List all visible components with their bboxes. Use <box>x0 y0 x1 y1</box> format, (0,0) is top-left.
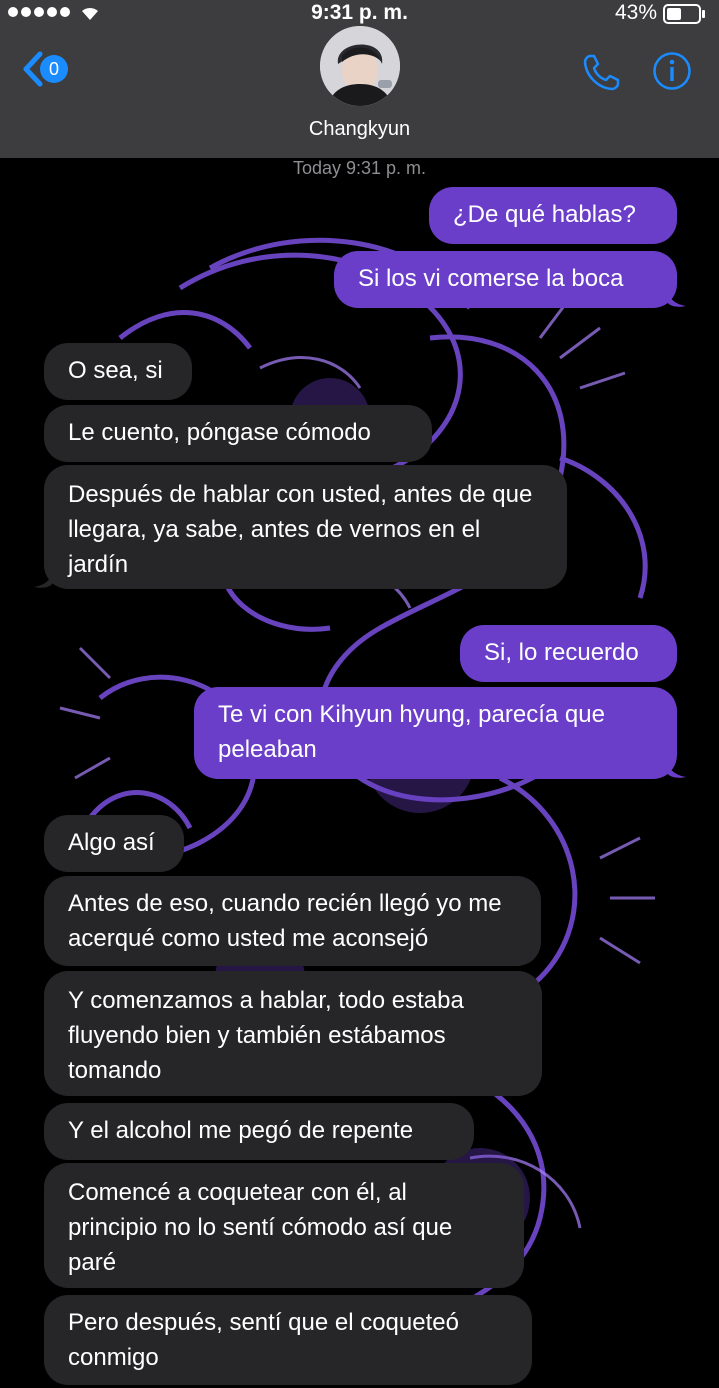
message-bubble-received[interactable]: Antes de eso, cuando recién llegó yo me … <box>44 876 541 966</box>
message-bubble-received[interactable]: O sea, si <box>44 343 192 400</box>
battery-percentage: 43% <box>614 1 657 24</box>
message-bubble-sent[interactable]: Si, lo recuerdo <box>460 625 677 682</box>
message-bubble-received[interactable]: Pero después, sentí que el coqueteó conm… <box>44 1295 532 1385</box>
message-bubble-received[interactable]: Y el alcohol me pegó de repente <box>44 1103 474 1160</box>
conversation-header: 9:31 p. m. 43% 0 Changkyun <box>0 0 719 158</box>
message-bubble-received[interactable]: Le cuento, póngase cómodo <box>44 405 432 462</box>
bubble-tail <box>34 567 54 588</box>
message-bubble-sent[interactable]: Te vi con Kihyun hyung, parecía que pele… <box>194 687 677 779</box>
info-icon[interactable] <box>652 51 692 91</box>
contact-avatar[interactable] <box>320 26 400 106</box>
status-time: 9:31 p. m. <box>311 1 408 24</box>
message-bubble-received[interactable]: Y comenzamos a hablar, todo estaba fluye… <box>44 971 542 1096</box>
back-button[interactable]: 0 <box>20 50 68 88</box>
phone-icon[interactable] <box>580 50 624 94</box>
bubble-tail <box>666 286 686 307</box>
avatar-photo <box>320 26 400 106</box>
bubble-tail <box>666 757 686 778</box>
status-bar: 9:31 p. m. 43% <box>0 0 719 28</box>
message-bubble-received[interactable]: Después de hablar con usted, antes de qu… <box>44 465 567 589</box>
contact-name[interactable]: Changkyun <box>0 118 719 141</box>
unread-count-badge: 0 <box>40 55 68 83</box>
message-bubble-sent[interactable]: Si los vi comerse la boca <box>334 251 677 308</box>
message-bubble-sent[interactable]: ¿De qué hablas? <box>429 187 677 244</box>
thread-timestamp: Today 9:31 p. m. <box>292 158 427 178</box>
battery-icon <box>663 4 705 24</box>
message-bubble-received[interactable]: Comencé a coquetear con él, al principio… <box>44 1163 524 1288</box>
message-bubble-received[interactable]: Algo así <box>44 815 184 872</box>
